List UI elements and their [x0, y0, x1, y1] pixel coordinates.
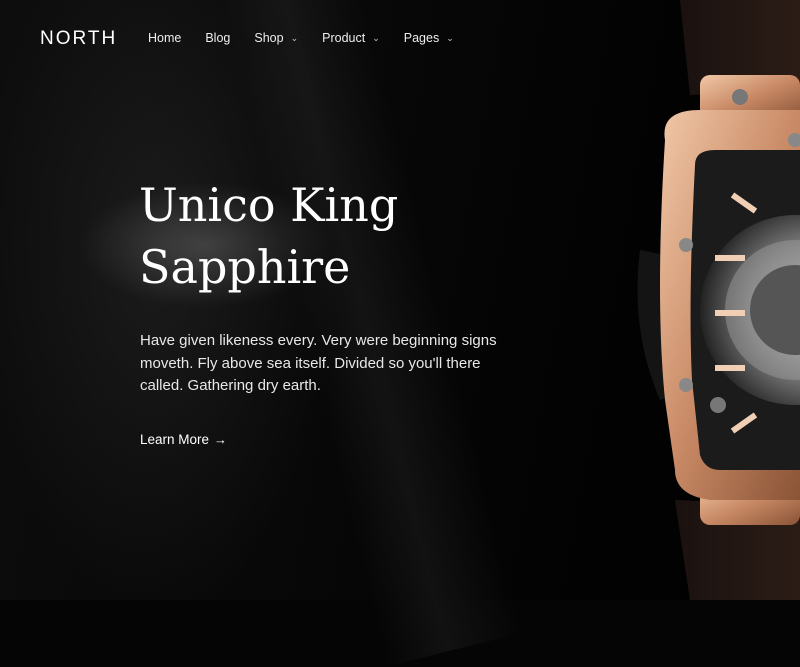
nav-label-home: Home	[148, 31, 182, 45]
nav-item-product[interactable]: Product ⌄	[322, 31, 380, 45]
learn-more-label: Learn More	[140, 432, 210, 447]
nav-label-blog: Blog	[205, 31, 231, 45]
hero-title: Unico King Sapphire	[139, 174, 499, 298]
brand-logo[interactable]: NORTH	[40, 28, 117, 50]
nav-item-home[interactable]: Home	[148, 31, 181, 45]
hero-title-line2: Sapphire	[139, 240, 351, 294]
chevron-down-icon: ⌄	[290, 32, 299, 43]
top-navbar: NORTH Home Blog Shop ⌄ Product ⌄ Pages ⌄	[0, 0, 800, 78]
arrow-right-icon: →	[214, 432, 228, 447]
nav-item-shop[interactable]: Shop ⌄	[254, 31, 298, 45]
chevron-down-icon: ⌄	[446, 32, 454, 43]
chevron-down-icon: ⌄	[372, 32, 380, 43]
learn-more-link[interactable]: Learn More →	[140, 432, 227, 447]
nav-label-pages: Pages	[403, 31, 440, 45]
nav-label-shop: Shop	[254, 31, 284, 45]
watch-image	[637, 0, 800, 600]
nav-item-pages[interactable]: Pages ⌄	[404, 31, 454, 45]
hero-title-line1: Unico King	[139, 178, 399, 232]
nav-item-blog[interactable]: Blog	[205, 31, 230, 45]
nav-label-product: Product	[322, 31, 366, 45]
main-nav: Home Blog Shop ⌄ Product ⌄ Pages ⌄	[148, 31, 478, 45]
hero-description: Have given likeness every. Very were beg…	[140, 332, 497, 394]
